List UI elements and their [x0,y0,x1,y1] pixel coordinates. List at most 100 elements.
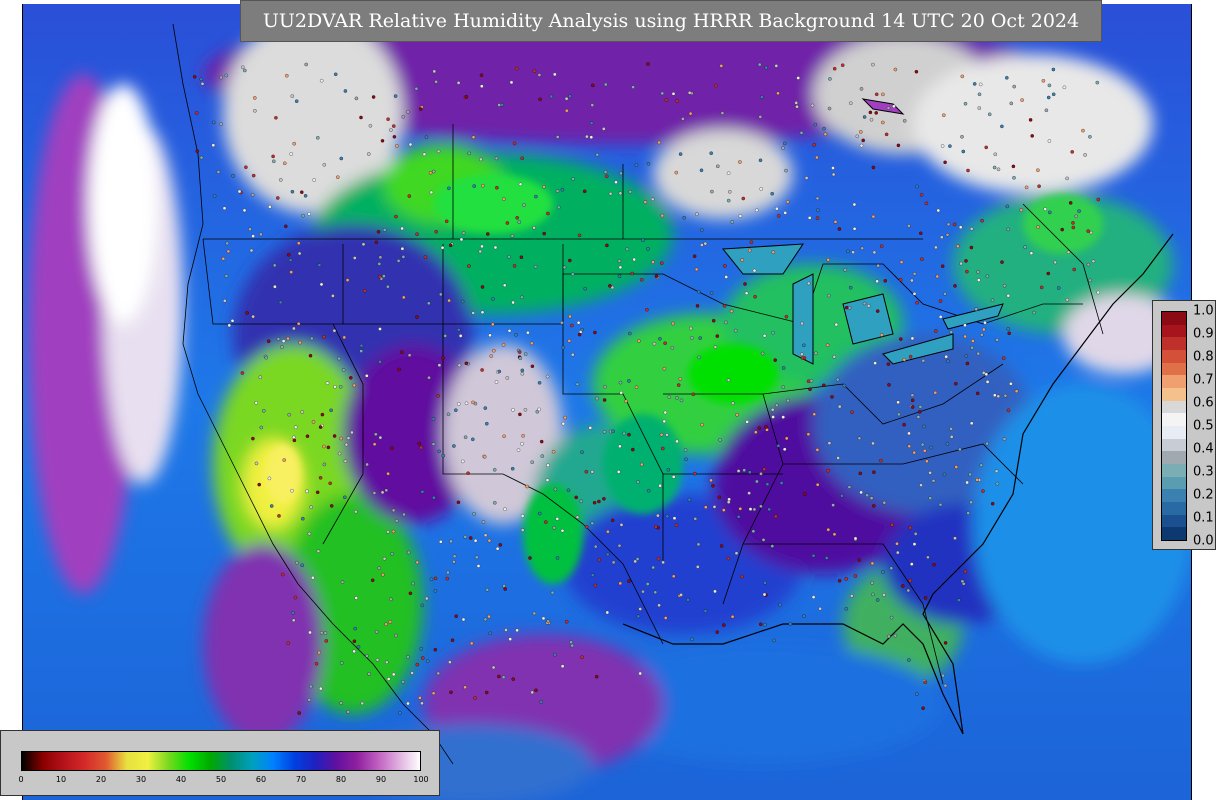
observation-station-dot [952,222,957,227]
observation-station-dot [463,685,467,690]
observation-station-dot [968,472,972,477]
observation-station-dot [532,69,537,73]
observation-station-dot [602,398,607,402]
observation-station-dot [608,284,612,288]
observation-station-dot [546,211,550,216]
observation-station-dot [336,175,340,179]
observation-station-dot [736,469,741,473]
observation-station-dot [296,321,301,326]
observation-station-dot [833,220,838,224]
observation-station-dot [537,407,541,412]
observation-station-dot [748,470,752,474]
observation-station-dot [654,525,658,529]
observation-station-dot [850,594,854,598]
observation-station-dot [377,262,382,266]
observation-station-dot [783,211,787,215]
observation-station-dot [800,352,804,356]
observation-station-dot [697,355,701,360]
observation-station-dot [826,527,831,532]
observation-station-dot [478,249,482,254]
observation-station-dot [940,264,945,268]
observation-station-dot [525,484,529,489]
observation-station-dot [439,540,443,544]
observation-station-dot [633,559,637,564]
observation-station-dot [407,353,412,357]
observation-station-dot [852,202,857,207]
observation-station-dot [759,504,763,509]
observation-station-dot [910,562,914,566]
observation-station-dot [421,656,425,660]
observation-station-dot [931,479,936,483]
observation-station-dot [549,94,554,99]
observation-station-dot [446,570,450,575]
observation-station-dot [762,592,767,597]
observation-station-dot [686,598,690,602]
observation-station-dot [1086,229,1090,233]
observation-station-dot [497,103,501,107]
legend-color-segment [1162,489,1186,502]
observation-station-dot [966,511,970,515]
observation-station-dot [452,554,457,559]
observation-station-dot [459,237,464,242]
observation-station-dot [520,295,524,300]
humidity-tick-label: 70 [295,775,307,784]
observation-station-dot [806,379,811,383]
observation-station-dot [919,193,924,197]
observation-station-dot [319,282,324,287]
observation-station-dot [468,536,473,540]
observation-station-dot [873,361,877,365]
observation-station-dot [550,590,555,595]
observation-station-dot [924,201,929,206]
observation-station-dot [295,560,299,565]
observation-station-dot [603,170,608,174]
observation-station-dot [902,119,907,123]
observation-station-dot [671,475,676,479]
observation-station-dot [646,62,650,66]
observation-station-dot [681,117,685,121]
observation-station-dot [772,638,776,643]
observation-station-dot [963,101,968,106]
observation-station-dot [382,228,387,232]
legend-color-segment [1162,451,1186,464]
observation-station-dot [568,94,572,98]
observation-station-dot [919,231,923,236]
observation-station-dot [406,701,410,706]
observation-station-dot [912,450,916,455]
observation-station-dot [523,352,528,356]
observation-station-dot [631,85,635,89]
observation-station-dot [965,269,969,274]
observation-station-dot [222,206,227,210]
observation-station-dot [763,581,767,585]
observation-station-dot [741,196,746,201]
map-title: UU2DVAR Relative Humidity Analysis using… [240,0,1102,42]
observation-station-dot [1066,250,1071,254]
observation-station-dot [1006,293,1011,298]
observation-station-dot [517,220,522,224]
observation-station-dot [557,205,561,210]
observation-station-dot [653,590,658,595]
observation-station-dot [391,529,396,534]
observation-station-dot [385,660,389,665]
observation-station-dot [771,415,775,419]
observation-station-dot [887,383,891,387]
observation-station-dot [290,189,295,194]
observation-station-dot [661,446,665,451]
observation-station-dot [675,439,679,444]
observation-station-dot [432,495,436,500]
observation-station-dot [684,457,688,462]
observation-station-dot [382,556,387,561]
observation-station-dot [471,135,476,139]
observation-station-dot [492,468,497,472]
observation-station-dot [532,611,537,616]
observation-station-dot [520,528,525,532]
observation-station-dot [719,64,724,68]
observation-station-dot [431,169,436,174]
observation-station-dot [401,115,406,119]
observation-station-dot [304,62,308,67]
observation-station-dot [806,432,811,436]
observation-station-dot [861,138,865,143]
observation-station-dot [343,495,347,500]
observation-station-dot [908,578,912,583]
observation-station-dot [944,354,948,359]
observation-station-dot [723,264,727,268]
